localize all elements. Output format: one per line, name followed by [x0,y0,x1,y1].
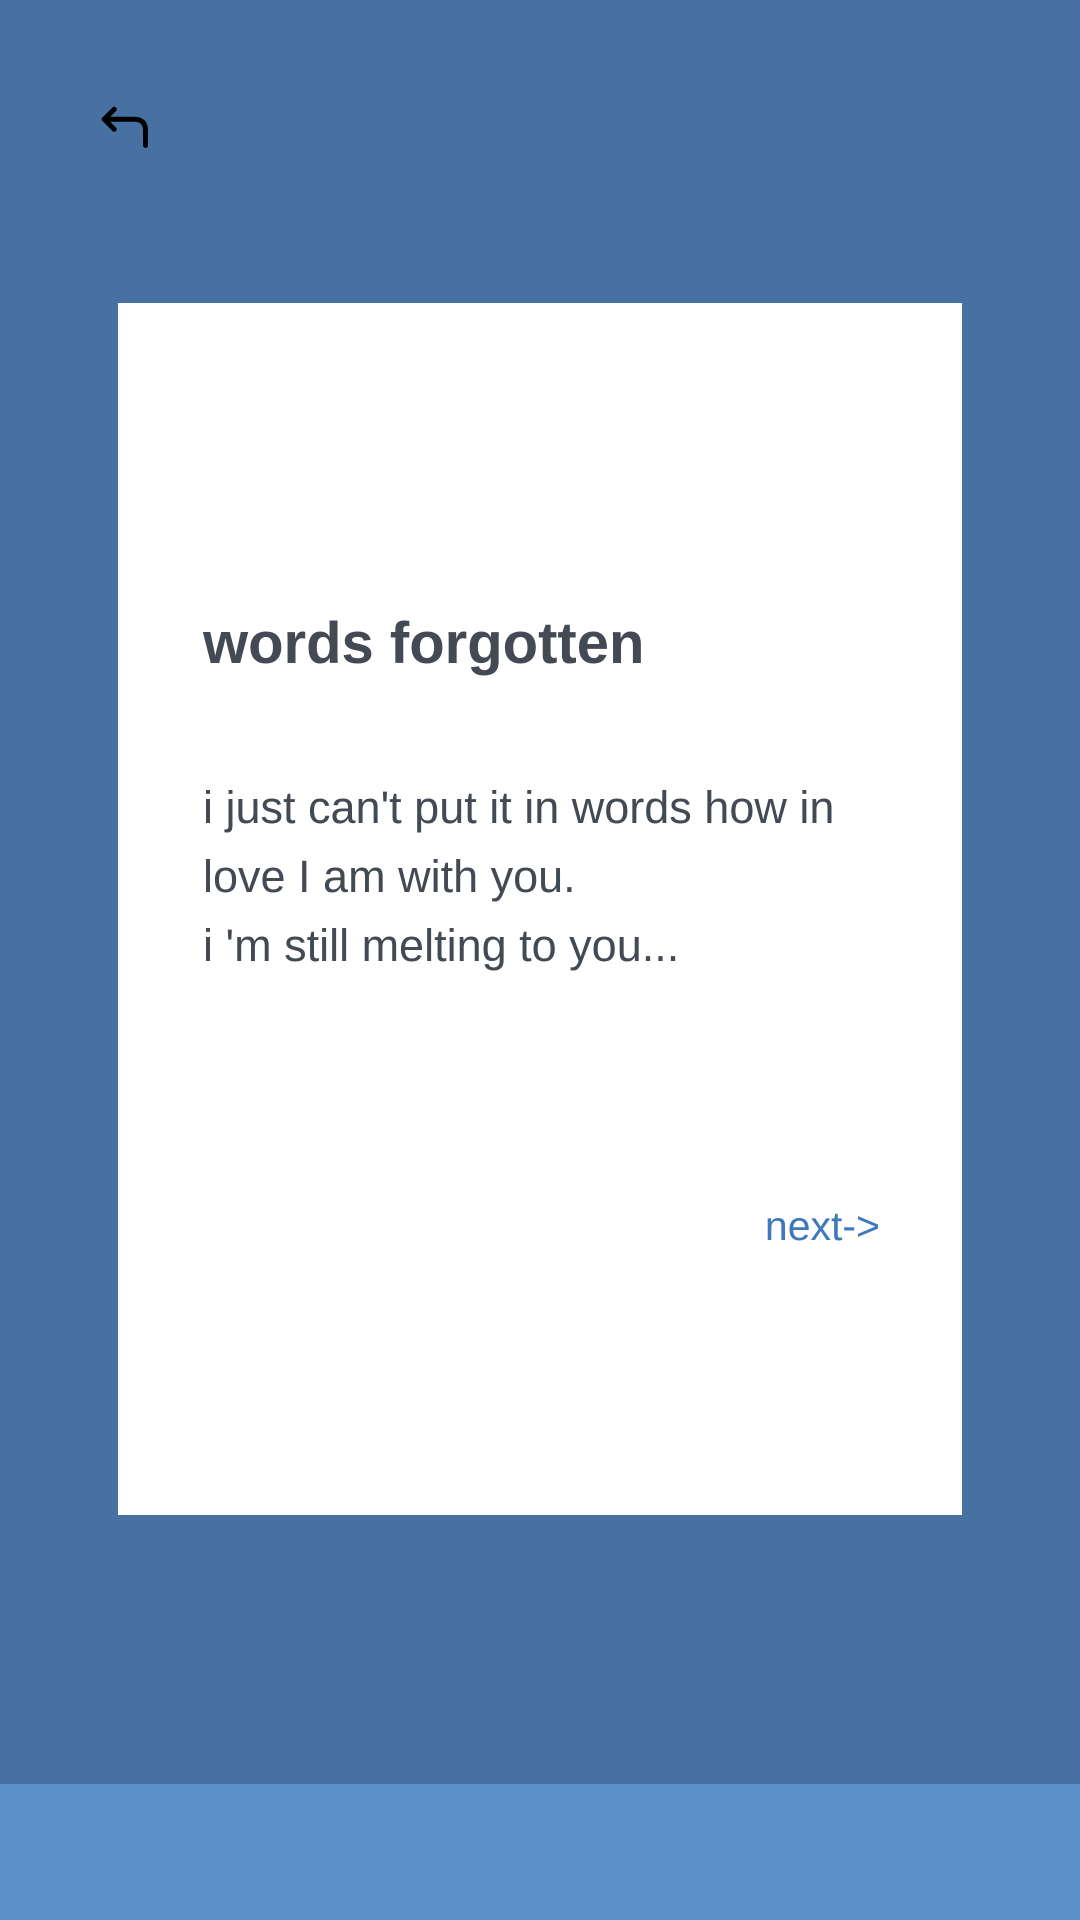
bottom-bar [0,1784,1080,1920]
next-link[interactable]: next-> [765,1198,880,1254]
return-arrow-icon [101,106,148,148]
message-card: words forgotten i just can't put it in w… [118,303,962,1515]
card-body-line: i 'm still melting to you... [203,920,680,971]
card-body: i just can't put it in words how in love… [203,773,903,980]
card-title: words forgotten [203,611,645,676]
card-body-line: i just can't put it in words how in love… [203,782,835,902]
back-button[interactable] [92,92,164,164]
